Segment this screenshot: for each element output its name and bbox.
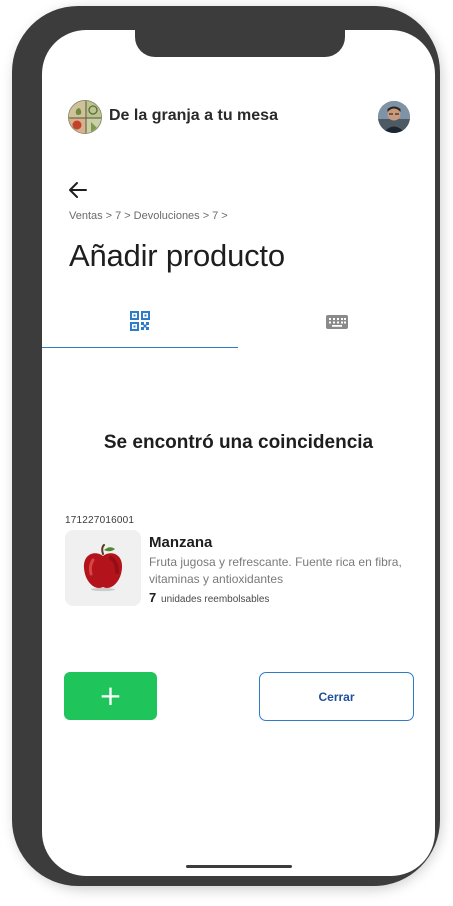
home-indicator — [186, 865, 292, 868]
breadcrumb-item-return-id[interactable]: 7 — [212, 210, 218, 222]
app-title: De la granja a tu mesa — [109, 107, 278, 124]
product-name: Manzana — [149, 534, 213, 551]
breadcrumb: Ventas > 7 > Devoluciones > 7 > — [69, 210, 228, 222]
breadcrumb-item-devoluciones[interactable]: Devoluciones — [134, 210, 200, 222]
refundable-qty: 7 — [149, 590, 157, 605]
tab-qr-scan[interactable] — [42, 300, 238, 348]
product-code: 171227016001 — [65, 515, 135, 526]
qr-code-icon — [129, 310, 151, 337]
add-product-button[interactable]: + — [64, 672, 157, 720]
breadcrumb-separator: > — [221, 210, 228, 222]
tab-keyboard-entry[interactable] — [238, 300, 435, 348]
keyboard-icon — [325, 313, 349, 336]
close-button[interactable]: Cerrar — [259, 672, 414, 721]
match-found-heading: Se encontró una coincidencia — [103, 432, 374, 453]
user-avatar-icon[interactable] — [378, 101, 410, 133]
farm-logo-icon — [68, 100, 102, 134]
breadcrumb-separator: > — [202, 210, 210, 222]
breadcrumb-separator: > — [124, 210, 131, 222]
apple-image-icon — [65, 530, 141, 606]
device-notch — [135, 30, 345, 57]
phone-frame: De la granja a tu mesa Ventas > 7 > Devo… — [12, 6, 440, 886]
page-title: Añadir producto — [69, 238, 285, 273]
breadcrumb-separator: > — [105, 210, 113, 222]
refundable-label: unidades reembolsables — [161, 594, 270, 605]
refundable-units: 7 unidades reembolsables — [149, 590, 269, 605]
breadcrumb-item-sale-id[interactable]: 7 — [115, 210, 121, 222]
breadcrumb-item-ventas[interactable]: Ventas — [69, 210, 103, 222]
back-arrow-icon[interactable] — [66, 178, 90, 202]
app-screen: De la granja a tu mesa Ventas > 7 > Devo… — [42, 30, 435, 876]
product-description: Fruta jugosa y refrescante. Fuente rica … — [149, 555, 402, 586]
